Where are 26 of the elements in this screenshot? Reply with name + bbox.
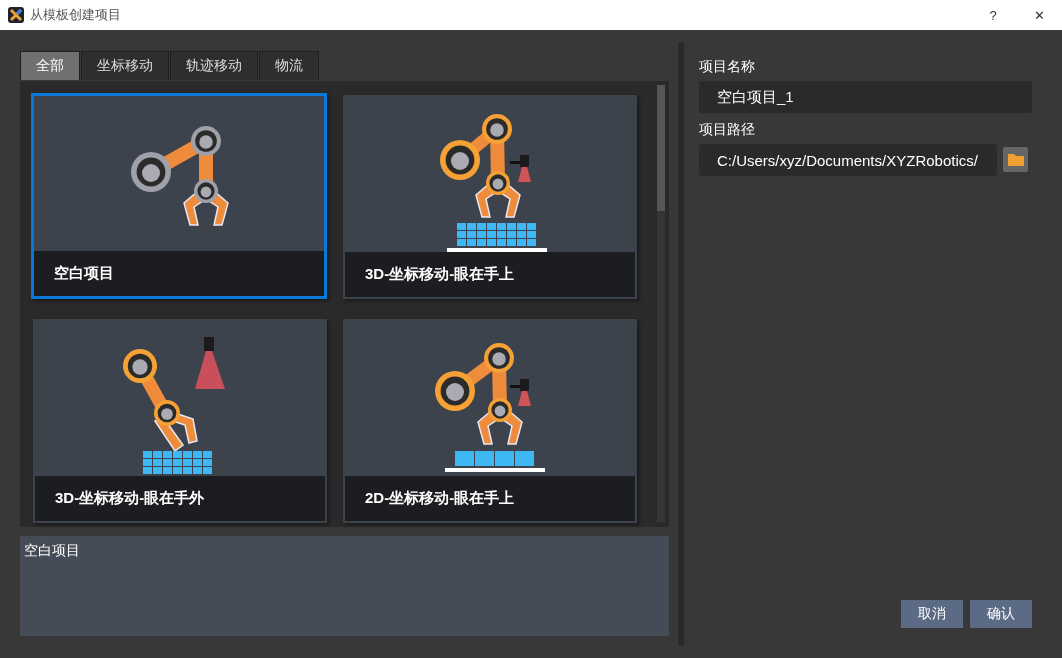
project-path-field[interactable]: C:/Users/xyz/Documents/XYZRobotics/ (699, 144, 997, 176)
template-description: 空白项目 (20, 536, 670, 636)
dialog-button[interactable]: 取消 (901, 600, 963, 628)
browse-folder-button[interactable] (1003, 147, 1028, 172)
help-button[interactable]: ? (970, 0, 1016, 30)
dialog-button[interactable]: 确认 (970, 600, 1032, 628)
tab[interactable]: 坐标移动 (81, 51, 169, 80)
app-logo-icon (8, 7, 24, 23)
field-label: 项目路径 (699, 121, 756, 139)
template-title: 3D-坐标移动-眼在手外 (35, 476, 325, 521)
tab[interactable]: 全部 (20, 51, 80, 80)
tab[interactable]: 物流 (259, 51, 319, 80)
close-button[interactable]: ✕ (1016, 0, 1062, 30)
field-label: 项目名称 (699, 58, 756, 76)
template-card[interactable]: 空白项目 (31, 93, 327, 299)
template-title: 3D-坐标移动-眼在手上 (345, 252, 635, 297)
template-card[interactable]: 3D-坐标移动-眼在手外 (33, 319, 327, 523)
template-title: 2D-坐标移动-眼在手上 (345, 476, 635, 521)
template-title: 空白项目 (34, 251, 324, 296)
folder-icon (1007, 153, 1024, 166)
template-card[interactable]: 3D-坐标移动-眼在手上 (343, 95, 637, 299)
tab[interactable]: 轨迹移动 (170, 51, 258, 80)
project-name-field[interactable]: 空白项目_1 (699, 81, 1032, 113)
scrollbar[interactable] (657, 85, 666, 522)
window-title: 从模板创建项目 (30, 6, 121, 24)
template-card[interactable]: 2D-坐标移动-眼在手上 (343, 319, 637, 523)
